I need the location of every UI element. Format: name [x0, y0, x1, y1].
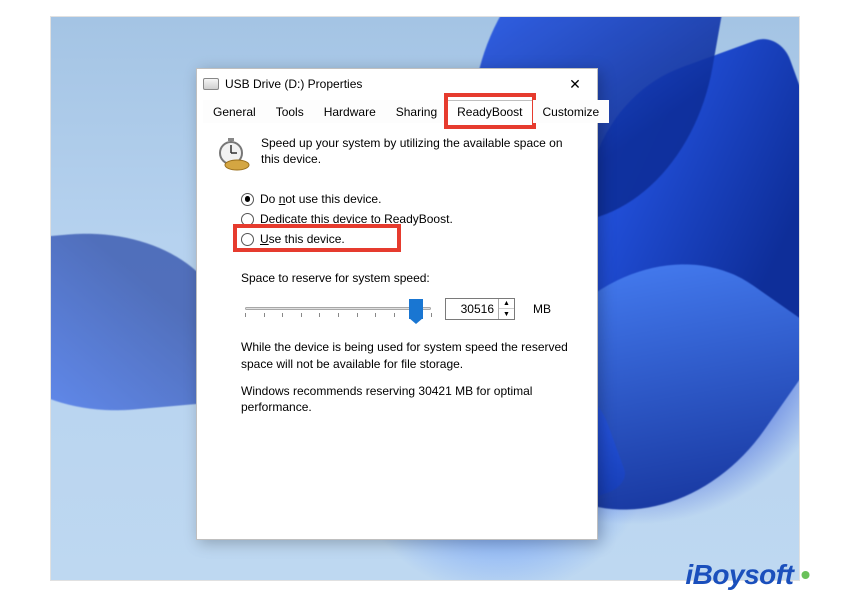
- titlebar: USB Drive (D:) Properties ✕: [197, 69, 597, 99]
- reserve-value-input[interactable]: [446, 300, 498, 318]
- tab-strip: General Tools Hardware Sharing ReadyBoos…: [203, 99, 591, 123]
- radio-label: Do not use this device.: [260, 192, 381, 206]
- intro-text: Speed up your system by utilizing the av…: [261, 135, 579, 171]
- tab-general[interactable]: General: [203, 100, 266, 123]
- properties-window: USB Drive (D:) Properties ✕ General Tool…: [196, 68, 598, 540]
- reserve-value-spinner[interactable]: ▲ ▼: [445, 298, 515, 320]
- stopwatch-icon: [215, 135, 251, 171]
- tab-customize[interactable]: Customize: [533, 100, 610, 123]
- note-storage: While the device is being used for syste…: [241, 339, 579, 373]
- tab-tools[interactable]: Tools: [266, 100, 314, 123]
- radio-label: Use this device.: [260, 232, 345, 246]
- spinner-down[interactable]: ▼: [499, 309, 514, 319]
- spinner-up[interactable]: ▲: [499, 299, 514, 309]
- window-title: USB Drive (D:) Properties: [225, 77, 362, 91]
- tab-sharing[interactable]: Sharing: [386, 100, 447, 123]
- tab-readyboost[interactable]: ReadyBoost: [447, 100, 532, 123]
- drive-icon: [203, 78, 219, 90]
- radio-dedicate[interactable]: Dedicate this device to ReadyBoost.: [241, 209, 579, 229]
- watermark-logo: iBoysoft •: [685, 559, 810, 591]
- close-button[interactable]: ✕: [555, 69, 595, 99]
- unit-label: MB: [533, 302, 551, 316]
- tab-hardware[interactable]: Hardware: [314, 100, 386, 123]
- radio-use-device[interactable]: Use this device.: [241, 229, 579, 249]
- tab-readyboost-label: ReadyBoost: [457, 105, 522, 119]
- slider-thumb[interactable]: [409, 299, 423, 319]
- tab-content: Speed up your system by utilizing the av…: [197, 123, 597, 539]
- reserve-label: Space to reserve for system speed:: [241, 271, 579, 285]
- radio-icon: [241, 193, 254, 206]
- radio-do-not-use[interactable]: Do not use this device.: [241, 189, 579, 209]
- radio-label: Dedicate this device to ReadyBoost.: [260, 212, 453, 226]
- radio-icon: [241, 233, 254, 246]
- radio-icon: [241, 213, 254, 226]
- space-slider[interactable]: [245, 297, 431, 321]
- note-recommend: Windows recommends reserving 30421 MB fo…: [241, 383, 579, 417]
